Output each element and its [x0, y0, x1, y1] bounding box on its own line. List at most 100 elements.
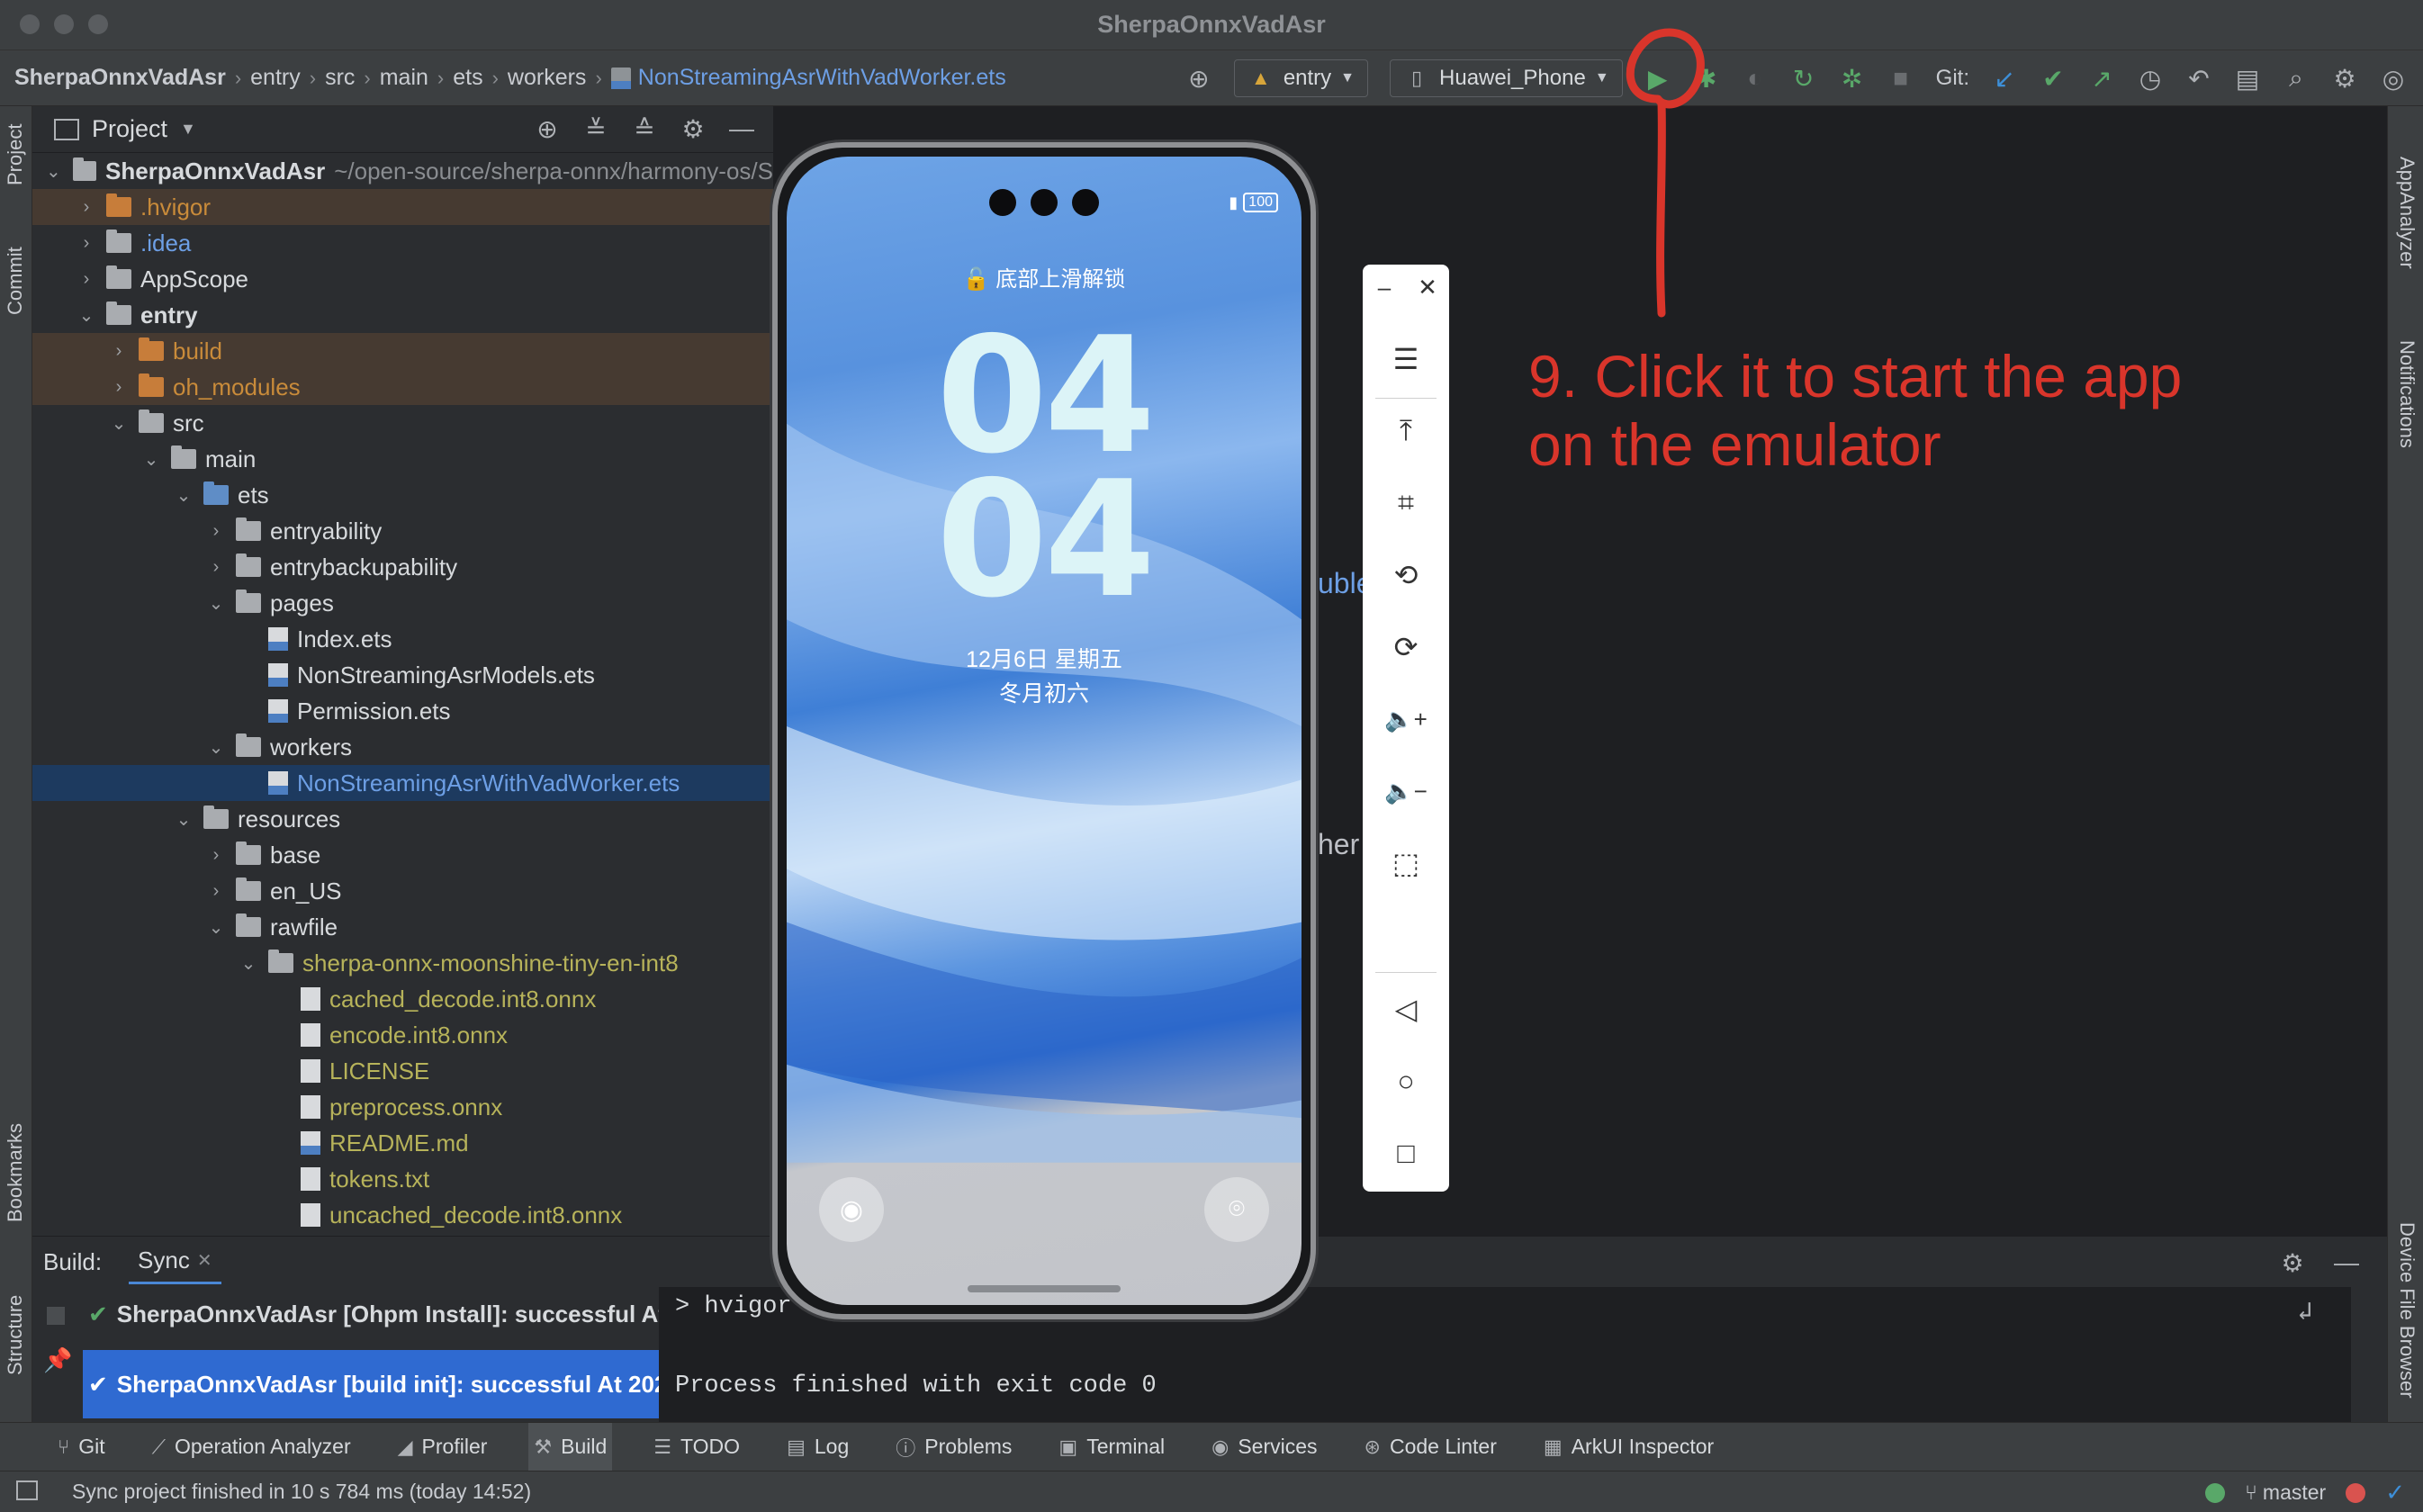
tree-row[interactable]: cached_decode.int8.onnx — [32, 981, 773, 1017]
tab-terminal[interactable]: ▣ Terminal — [1053, 1423, 1170, 1472]
emulator-shake-button[interactable]: ⬚ — [1363, 841, 1449, 886]
hide-panel-icon[interactable]: — — [2333, 1248, 2360, 1276]
chevron-down-icon[interactable]: ⌄ — [45, 160, 62, 183]
breadcrumb-item-src[interactable]: src — [325, 65, 355, 91]
close-icon[interactable]: ✕ — [197, 1249, 212, 1272]
chevron-down-icon[interactable]: ⌄ — [239, 952, 257, 975]
breadcrumb-item-ets[interactable]: ets — [453, 65, 482, 91]
stop-build-icon[interactable] — [47, 1307, 65, 1325]
tab-build[interactable]: ⚒ Build — [528, 1422, 613, 1472]
emulator-volume-up-button[interactable]: 🔈+ — [1363, 697, 1449, 742]
breadcrumb-item-main[interactable]: main — [380, 65, 428, 91]
emulator-rotate-left-button[interactable]: ⟲ — [1363, 553, 1449, 598]
tree-row[interactable]: ⌄ entry — [32, 297, 773, 333]
chevron-right-icon[interactable]: › — [77, 233, 95, 254]
build-event-row[interactable]: ✔ SherpaOnnxVadAsr [Ohpm Install]: succes… — [83, 1287, 659, 1341]
hide-panel-icon[interactable]: — — [728, 114, 755, 142]
chevron-down-icon[interactable]: ▼ — [180, 120, 196, 139]
breadcrumb-item-workers[interactable]: workers — [508, 65, 587, 91]
tab-services[interactable]: ◉ Services — [1206, 1423, 1322, 1472]
tree-row[interactable]: ⌄ resources — [32, 801, 773, 837]
tree-row[interactable]: ⌄ pages — [32, 585, 773, 621]
chevron-right-icon[interactable]: › — [77, 197, 95, 218]
chevron-down-icon[interactable]: ⌄ — [77, 304, 95, 327]
tree-row[interactable]: tokens.txt — [32, 1161, 773, 1197]
breadcrumb-item-project[interactable]: SherpaOnnxVadAsr — [14, 65, 226, 91]
breadcrumb-item-entry[interactable]: entry — [250, 65, 301, 91]
chevron-right-icon[interactable]: › — [207, 557, 225, 578]
tree-row[interactable]: › .hvigor — [32, 189, 773, 225]
structure-tool-tab[interactable]: Structure — [4, 1295, 27, 1375]
target-icon[interactable]: ⊕ — [1185, 65, 1212, 93]
tree-row[interactable]: ⌄ src — [32, 405, 773, 441]
tree-row[interactable]: NonStreamingAsrWithVadWorker.ets — [32, 765, 773, 801]
soft-wrap-icon[interactable]: ↲ — [2292, 1298, 2319, 1328]
profile-icon[interactable]: ◐ — [1742, 64, 1769, 92]
emulator-keep-on-top-button[interactable]: ⤒ — [1363, 409, 1449, 454]
project-panel-title[interactable]: Project — [92, 115, 167, 143]
device-file-browser-tool-tab[interactable]: Device File Browser — [2395, 1222, 2418, 1399]
tab-log[interactable]: ▤ Log — [781, 1423, 854, 1472]
tree-row[interactable]: › en_US — [32, 873, 773, 909]
phone-emulator[interactable]: ▮ 100 🔓 底部上滑解锁 04 04 12月6日 星期五 冬月初六 ◉ ⌾ — [772, 142, 1316, 1319]
toggle-panels-icon[interactable] — [16, 1480, 38, 1500]
minimize-window-button[interactable] — [54, 14, 74, 34]
tree-row[interactable]: › build — [32, 333, 773, 369]
tree-row[interactable]: README.md — [32, 1125, 773, 1161]
git-branch-widget[interactable]: ⑂ master — [2245, 1480, 2326, 1505]
tree-row[interactable]: › entryability — [32, 513, 773, 549]
chevron-right-icon[interactable]: › — [207, 521, 225, 542]
build-event-row[interactable]: ✔ SherpaOnnxVadAsr [build init]: successf… — [83, 1350, 659, 1418]
git-commit-icon[interactable]: ✔ — [2040, 65, 2067, 93]
project-structure-icon[interactable]: ▤ — [2234, 65, 2261, 93]
tree-row[interactable]: preprocess.onnx — [32, 1089, 773, 1125]
camera-button[interactable]: ⌾ — [1204, 1177, 1269, 1242]
phone-screen[interactable]: ▮ 100 🔓 底部上滑解锁 04 04 12月6日 星期五 冬月初六 ◉ ⌾ — [787, 157, 1302, 1305]
breadcrumb-item-file[interactable]: NonStreamingAsrWithVadWorker.ets — [610, 65, 1006, 91]
rollback-icon[interactable]: ↶ — [2185, 65, 2212, 93]
tree-row[interactable]: ⌄ ets — [32, 477, 773, 513]
git-update-icon[interactable]: ↙ — [1991, 65, 2018, 93]
tree-row[interactable]: Index.ets — [32, 621, 773, 657]
expand-all-icon[interactable]: ≚ — [582, 115, 609, 143]
chevron-down-icon[interactable]: ⌄ — [175, 808, 193, 831]
project-tool-tab[interactable]: Project — [4, 124, 27, 185]
tree-row[interactable]: uncached_decode.int8.onnx — [32, 1197, 773, 1233]
locate-file-icon[interactable]: ⊕ — [534, 115, 561, 143]
tree-row[interactable]: ⌄ main — [32, 441, 773, 477]
emulator-volume-down-button[interactable]: 🔈− — [1363, 769, 1449, 814]
chevron-down-icon[interactable]: ⌄ — [142, 448, 160, 471]
error-indicator-icon[interactable] — [2346, 1482, 2366, 1503]
emulator-menu-button[interactable]: ☰ — [1363, 337, 1449, 382]
rerun-icon[interactable]: ↻ — [1790, 65, 1817, 93]
bookmarks-tool-tab[interactable]: Bookmarks — [4, 1123, 27, 1222]
tree-row-root[interactable]: ⌄ SherpaOnnxVadAsr ~/open-source/sherpa-… — [32, 153, 773, 189]
emulator-close-button[interactable]: ✕ — [1406, 265, 1449, 310]
tab-profiler[interactable]: ◢ Profiler — [392, 1423, 493, 1472]
device-select[interactable]: ▯ Huawei_Phone ▼ — [1390, 59, 1623, 97]
chevron-right-icon[interactable]: › — [77, 269, 95, 290]
emulator-back-button[interactable]: ◁ — [1363, 986, 1449, 1031]
chevron-down-icon[interactable]: ⌄ — [207, 592, 225, 615]
tree-row[interactable]: ⌄ workers — [32, 729, 773, 765]
stop-icon[interactable]: ■ — [1887, 64, 1914, 92]
notifications-tool-tab[interactable]: Notifications — [2395, 340, 2418, 448]
close-window-button[interactable] — [20, 14, 40, 34]
flashlight-button[interactable]: ◉ — [819, 1177, 884, 1242]
tab-problems[interactable]: ⓘ Problems — [890, 1423, 1017, 1472]
gear-icon[interactable]: ⚙ — [680, 115, 707, 143]
tree-row[interactable]: › AppScope — [32, 261, 773, 297]
tree-row[interactable]: NonStreamingAsrModels.ets — [32, 657, 773, 693]
emulator-screenshot-button[interactable]: ⌗ — [1363, 481, 1449, 526]
tree-row[interactable]: › .idea — [32, 225, 773, 261]
chevron-down-icon[interactable]: ⌄ — [207, 736, 225, 759]
tab-arkui-inspector[interactable]: ▦ ArkUI Inspector — [1538, 1423, 1719, 1472]
plugin-check-icon[interactable]: ✓ — [2385, 1479, 2405, 1507]
emulator-home-button[interactable]: ○ — [1363, 1058, 1449, 1103]
emulator-rotate-right-button[interactable]: ⟳ — [1363, 625, 1449, 670]
tree-row[interactable]: ⌄ sherpa-onnx-moonshine-tiny-en-int8 — [32, 945, 773, 981]
gear-icon[interactable]: ⚙ — [2331, 65, 2358, 93]
tree-row[interactable]: LICENSE — [32, 1053, 773, 1089]
tab-operation-analyzer[interactable]: ⟋ Operation Analyzer — [147, 1423, 356, 1472]
home-indicator[interactable] — [968, 1285, 1121, 1292]
